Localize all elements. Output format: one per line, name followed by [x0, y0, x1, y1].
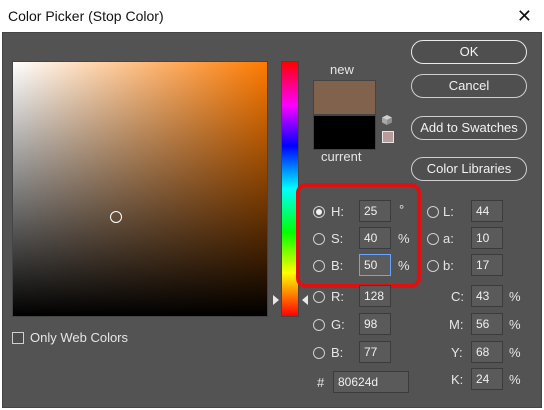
only-web-colors-label: Only Web Colors — [30, 330, 129, 345]
field-y[interactable]: 68 — [471, 341, 503, 363]
label-m: M: — [449, 317, 464, 332]
title-bar: Color Picker (Stop Color) ✕ — [0, 0, 544, 32]
field-a[interactable]: 10 — [471, 227, 503, 249]
hue-slider-handle-left[interactable] — [273, 295, 279, 305]
new-color-swatch — [313, 80, 376, 115]
radio-r[interactable] — [313, 291, 325, 303]
color-picker-window: Color Picker (Stop Color) ✕ new current — [0, 0, 544, 410]
cancel-button[interactable]: Cancel — [411, 74, 527, 98]
color-field-cursor[interactable] — [110, 211, 122, 223]
label-g: G: — [331, 317, 345, 332]
radio-g[interactable] — [313, 319, 325, 331]
label-y: Y: — [451, 345, 463, 360]
field-s[interactable]: 40 — [359, 227, 391, 249]
label-k: K: — [451, 372, 464, 387]
unit-percent-y: % — [509, 345, 521, 360]
dialog-body: new current OK Cancel Add to Swatches Co… — [2, 32, 542, 408]
label-b-rgb: B: — [331, 345, 344, 360]
web-safe-swatch-icon[interactable] — [382, 131, 394, 143]
close-icon[interactable]: ✕ — [517, 6, 532, 27]
label-c: C: — [451, 289, 464, 304]
field-c[interactable]: 43 — [471, 285, 503, 307]
out-of-gamut-cube-icon[interactable] — [381, 113, 393, 125]
label-s: S: — [331, 231, 344, 246]
window-title: Color Picker (Stop Color) — [8, 8, 164, 24]
unit-percent-b: % — [398, 258, 410, 273]
label-b-hsb: B: — [331, 258, 344, 273]
radio-b-hsb[interactable] — [313, 260, 325, 272]
field-m[interactable]: 56 — [471, 313, 503, 335]
add-to-swatches-button[interactable]: Add to Swatches — [411, 116, 527, 140]
field-b-lab[interactable]: 17 — [471, 254, 503, 276]
unit-degree: ° — [399, 202, 405, 217]
radio-b-rgb[interactable] — [313, 347, 325, 359]
radio-a[interactable] — [427, 233, 439, 245]
unit-percent-k: % — [509, 372, 521, 387]
only-web-colors-checkbox[interactable] — [12, 332, 24, 344]
new-label: new — [330, 62, 354, 77]
color-libraries-button[interactable]: Color Libraries — [411, 157, 527, 181]
label-a: a: — [443, 231, 454, 246]
field-g[interactable]: 98 — [359, 313, 391, 335]
label-b-lab: b: — [443, 258, 454, 273]
ok-button[interactable]: OK — [411, 40, 527, 64]
hue-slider-handle-right[interactable] — [302, 295, 308, 305]
hex-label: # — [317, 375, 325, 390]
current-color-swatch[interactable] — [313, 115, 376, 150]
hex-field[interactable]: 80624d — [333, 371, 409, 393]
field-k[interactable]: 24 — [471, 368, 503, 390]
radio-h[interactable] — [313, 206, 325, 218]
radio-b-lab[interactable] — [427, 260, 439, 272]
field-r[interactable]: 128 — [359, 285, 391, 307]
field-h[interactable]: 25 — [359, 200, 391, 222]
unit-percent-s: % — [398, 231, 410, 246]
label-r: R: — [331, 289, 344, 304]
unit-percent-m: % — [509, 317, 521, 332]
current-label: current — [321, 149, 362, 164]
unit-percent-c: % — [509, 289, 521, 304]
radio-s[interactable] — [313, 233, 325, 245]
label-l: L: — [443, 204, 454, 219]
field-b-rgb[interactable]: 77 — [359, 341, 391, 363]
label-h: H: — [331, 204, 344, 219]
radio-l[interactable] — [427, 206, 439, 218]
color-field[interactable] — [12, 61, 268, 317]
field-b-hsb[interactable]: 50 — [359, 254, 391, 276]
field-l[interactable]: 44 — [471, 200, 503, 222]
